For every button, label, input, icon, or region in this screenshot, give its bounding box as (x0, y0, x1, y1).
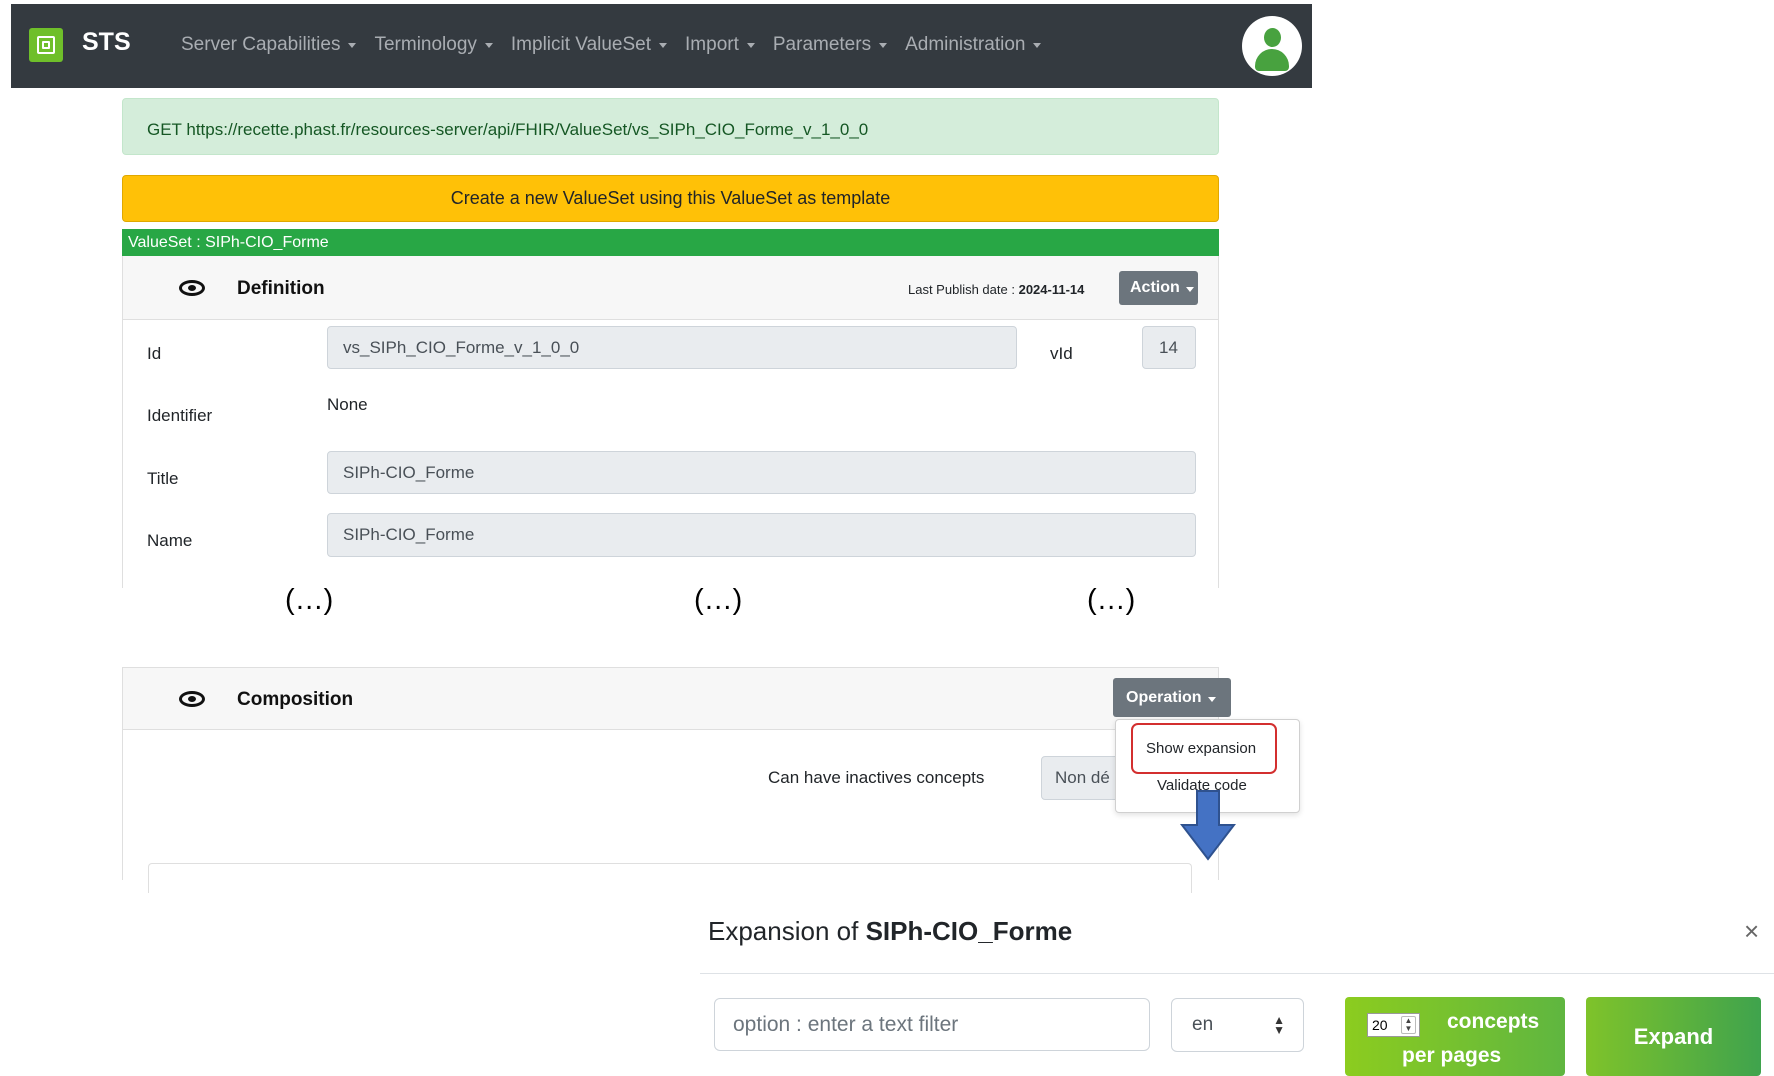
sts-logo-icon[interactable] (29, 28, 63, 62)
ellipsis-middle: (…) (694, 584, 743, 616)
top-navbar: STS Server Capabilities Terminology Impl… (11, 4, 1312, 88)
select-arrows-icon: ▲ ▼ (1273, 1013, 1285, 1037)
caret-down-icon (348, 42, 357, 48)
definition-card: Definition Last Publish date : 2024-11-1… (122, 256, 1219, 588)
page-size-stepper[interactable]: 20 ▲ ▼ (1367, 1013, 1420, 1037)
caret-down-icon (746, 42, 755, 48)
nav-label: Terminology (374, 34, 477, 55)
request-url-banner: GET https://recette.phast.fr/resources-s… (122, 98, 1219, 155)
action-label: Action (1130, 279, 1180, 296)
publish-date-value: 2024-11-14 (1018, 282, 1085, 297)
create-from-template-button[interactable]: Create a new ValueSet using this ValueSe… (122, 175, 1219, 222)
publish-label: Last Publish date : (908, 282, 1015, 297)
per-pages-label: per pages (1402, 1044, 1502, 1067)
nav-label: Server Capabilities (181, 34, 341, 55)
nav-parameters[interactable]: Parameters (772, 34, 888, 56)
nav-administration[interactable]: Administration (905, 34, 1042, 56)
nav-import[interactable]: Import (685, 34, 755, 56)
operation-dropdown-button[interactable]: Operation (1113, 678, 1231, 717)
ellipsis-right: (…) (1087, 584, 1136, 616)
nav-server-capabilities[interactable]: Server Capabilities (181, 34, 357, 56)
brand-name[interactable]: STS (82, 28, 131, 57)
expansion-title-prefix: Expansion of (708, 916, 866, 946)
close-icon[interactable]: × (1744, 916, 1759, 947)
highlight-box (1131, 723, 1277, 774)
language-select[interactable]: en ▲ ▼ (1171, 998, 1304, 1052)
action-dropdown-button[interactable]: Action (1119, 271, 1198, 305)
expand-button[interactable]: Expand (1586, 997, 1761, 1076)
caret-down-icon (879, 42, 888, 48)
nav-terminology[interactable]: Terminology (374, 34, 493, 56)
definition-title: Definition (237, 278, 325, 299)
caret-down-icon (659, 42, 668, 48)
expansion-title-name: SIPh-CIO_Forme (865, 916, 1073, 946)
composition-title: Composition (237, 689, 354, 710)
id-field[interactable]: vs_SIPh_CIO_Forme_v_1_0_0 (327, 326, 1017, 369)
identifier-label: Identifier (147, 406, 213, 425)
caret-down-icon (1207, 697, 1216, 702)
user-avatar-icon[interactable] (1242, 16, 1302, 76)
vid-field[interactable]: 14 (1142, 326, 1196, 369)
inactive-concepts-label: Can have inactives concepts (768, 768, 985, 787)
expansion-title: Expansion of SIPh-CIO_Forme (708, 916, 1072, 947)
name-field[interactable]: SIPh-CIO_Forme (327, 513, 1196, 557)
title-label: Title (147, 469, 179, 488)
nav-label: Parameters (772, 34, 872, 55)
composition-inner-panel (148, 863, 1192, 893)
title-field[interactable]: SIPh-CIO_Forme (327, 451, 1196, 494)
publish-date: Last Publish date : 2024-11-14 (908, 282, 1084, 297)
identifier-value: None (327, 395, 368, 414)
nav-implicit-valueset[interactable]: Implicit ValueSet (510, 34, 668, 56)
caret-down-icon (1033, 42, 1042, 48)
nav-label: Implicit ValueSet (510, 34, 652, 55)
caret-down-icon (1185, 287, 1194, 292)
name-label: Name (147, 531, 193, 550)
concepts-label: concepts (1447, 1010, 1540, 1033)
concepts-per-page-button[interactable]: 20 ▲ ▼ concepts per pages (1345, 997, 1565, 1076)
eye-icon[interactable] (179, 691, 205, 707)
divider (700, 973, 1774, 974)
page-size-value: 20 (1372, 1017, 1388, 1033)
nav-menu: Server Capabilities Terminology Implicit… (181, 34, 1059, 56)
vid-label: vId (1050, 344, 1073, 363)
operation-label: Operation (1126, 689, 1202, 706)
nav-label: Administration (905, 34, 1026, 55)
id-label: Id (147, 344, 162, 363)
down-arrow-icon (1180, 790, 1236, 861)
nav-label: Import (685, 34, 739, 55)
spinner-arrows-icon[interactable]: ▲ ▼ (1401, 1016, 1416, 1034)
caret-down-icon (484, 42, 493, 48)
language-value: en (1192, 1014, 1214, 1035)
eye-icon[interactable] (179, 280, 205, 296)
text-filter-input[interactable]: option : enter a text filter (714, 998, 1150, 1051)
definition-card-header[interactable]: Definition Last Publish date : 2024-11-1… (123, 256, 1218, 320)
composition-card-header[interactable]: Composition (123, 668, 1218, 730)
valueset-header: ValueSet : SIPh-CIO_Forme (122, 229, 1219, 256)
ellipsis-left: (…) (285, 584, 334, 616)
